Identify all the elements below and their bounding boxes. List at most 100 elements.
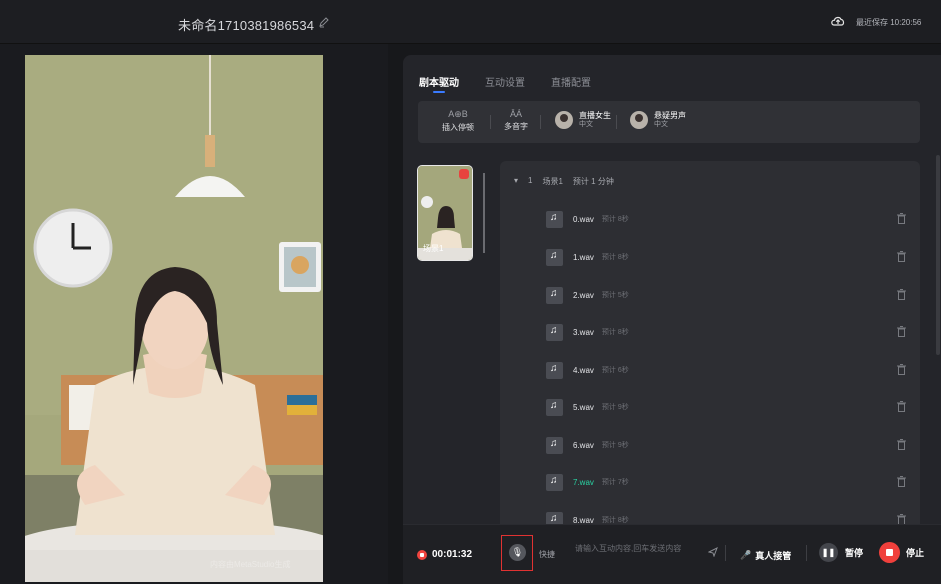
voice-lang: 中文 [579, 121, 593, 128]
pause-button[interactable]: ❚❚ 暂停 [819, 543, 863, 562]
preview-pane: 内容由MetaStudio生成 [0, 44, 388, 584]
tab-interaction-settings[interactable]: 互动设置 [485, 74, 525, 89]
audio-file-icon [546, 248, 563, 266]
mic-small-icon: 🎤 [740, 550, 752, 560]
audio-name: 3.wav [573, 327, 594, 337]
takeover-label: 真人接管 [755, 551, 792, 561]
divider [806, 545, 807, 561]
watermark-text: 内容由MetaStudio生成 [210, 560, 291, 569]
audio-file-icon [546, 210, 563, 228]
script-panel: 剧本驱动 互动设置 直播配置 A⊕B 插入停顿 ĀÁ 多音字 直播女生 中文 悬… [403, 55, 941, 584]
stop-icon [879, 542, 900, 563]
audio-file-icon [546, 286, 563, 304]
insert-pause-button[interactable]: A⊕B 插入停顿 [442, 109, 474, 133]
audio-row[interactable]: 6.wav 预计 9秒 [546, 436, 906, 454]
tab-bar: 剧本驱动 互动设置 直播配置 [419, 74, 591, 93]
save-status: 最近保存 10:20:56 [856, 18, 922, 27]
trash-icon[interactable] [897, 289, 906, 300]
trash-icon[interactable] [897, 251, 906, 262]
interaction-input[interactable]: 请输入互动内容,回车发送内容 [575, 543, 685, 555]
collapse-icon[interactable]: ▾ [514, 176, 518, 187]
trash-icon[interactable] [897, 213, 906, 224]
audio-name: 5.wav [573, 402, 594, 412]
audio-estimate: 预计 8秒 [601, 329, 629, 336]
voice-lang: 中文 [654, 121, 668, 128]
trash-icon[interactable] [897, 476, 906, 487]
scene-card: ▾ 1 场景1 预计 1 分钟 0.wav 预计 8秒 1.wav 预计 8秒 … [500, 161, 920, 584]
live-preview: 内容由MetaStudio生成 [25, 55, 323, 582]
lamp-stem [205, 135, 215, 167]
scene-thumb-label: 场景1 [423, 244, 444, 253]
audio-name: 2.wav [573, 290, 594, 300]
edit-icon[interactable] [318, 16, 330, 28]
audio-estimate: 预计 7秒 [601, 479, 629, 486]
scrollbar[interactable] [936, 155, 940, 355]
audio-name: 4.wav [573, 365, 594, 375]
audio-name: 7.wav [573, 477, 594, 487]
divider [725, 545, 726, 561]
audio-file-icon [546, 473, 563, 491]
scene-name: 场景1 [542, 177, 563, 186]
quick-reply-button[interactable]: 快捷 [539, 549, 555, 560]
audio-estimate: 预计 8秒 [601, 254, 629, 261]
trash-icon[interactable] [897, 364, 906, 375]
project-title[interactable]: 未命名1710381986534 [178, 15, 314, 34]
audio-estimate: 预计 5秒 [601, 292, 629, 299]
polyphone-label: 多音字 [504, 122, 528, 131]
microphone-icon: 🎙 [511, 547, 524, 557]
microphone-button[interactable]: 🎙 [509, 544, 526, 561]
scene-connector [483, 173, 485, 253]
insert-pause-label: 插入停顿 [442, 123, 474, 132]
lamp-cord [209, 55, 211, 135]
script-toolbar: A⊕B 插入停顿 ĀÁ 多音字 直播女生 中文 悬疑男声 中文 [418, 101, 920, 143]
mic-highlight-box: 🎙 [501, 535, 533, 571]
scene-index: 1 [528, 176, 533, 185]
top-bar: 未命名1710381986534 最近保存 10:20:56 [0, 0, 941, 44]
audio-estimate: 预计 9秒 [601, 404, 629, 411]
audio-row[interactable]: 5.wav 预计 9秒 [546, 398, 906, 416]
trash-icon[interactable] [897, 439, 906, 450]
live-control-bar: 00:01:32 🎙 快捷 请输入互动内容,回车发送内容 🎤 真人接管 ❚❚ 暂… [403, 524, 941, 584]
voice-female-live[interactable]: 直播女生 中文 [555, 111, 611, 129]
recording-icon [417, 550, 427, 560]
audio-name: 0.wav [573, 214, 594, 224]
divider [490, 115, 491, 129]
voice-avatar [630, 111, 648, 129]
tab-script-drive[interactable]: 剧本驱动 [419, 74, 459, 93]
polyphone-icon: ĀÁ [509, 109, 522, 119]
audio-row[interactable]: 3.wav 预计 8秒 [546, 323, 906, 341]
audio-row-playing[interactable]: 7.wav 预计 7秒 [546, 473, 906, 491]
audio-file-icon [546, 398, 563, 416]
voice-name: 悬疑男声 [654, 111, 686, 120]
stop-button[interactable]: 停止 [879, 542, 924, 563]
trash-icon[interactable] [897, 326, 906, 337]
audio-row[interactable]: 4.wav 预计 6秒 [546, 361, 906, 379]
pause-icon: ❚❚ [819, 543, 838, 562]
insert-pause-icon: A⊕B [448, 109, 468, 119]
live-timer: 00:01:32 [432, 549, 473, 560]
audio-estimate: 预计 8秒 [601, 216, 629, 223]
audio-name: 6.wav [573, 440, 594, 450]
audio-estimate: 预计 6秒 [601, 367, 629, 374]
audio-row[interactable]: 2.wav 预计 5秒 [546, 286, 906, 304]
human-takeover-button[interactable]: 🎤 真人接管 [740, 549, 791, 562]
audio-row[interactable]: 0.wav 预计 8秒 [546, 210, 906, 228]
cloud-upload-icon[interactable] [830, 14, 846, 28]
audio-file-icon [546, 361, 563, 379]
scene-header[interactable]: ▾ 1 场景1 预计 1 分钟 [514, 176, 614, 187]
send-icon[interactable] [708, 547, 718, 557]
voice-male-suspense[interactable]: 悬疑男声 中文 [630, 111, 686, 129]
trash-icon[interactable] [897, 401, 906, 412]
audio-name: 1.wav [573, 252, 594, 262]
polyphone-button[interactable]: ĀÁ 多音字 [504, 109, 528, 132]
stop-label: 停止 [906, 548, 925, 558]
app-window: 未命名1710381986534 最近保存 10:20:56 内容由MetaSt… [0, 0, 941, 584]
audio-row[interactable]: 1.wav 预计 8秒 [546, 248, 906, 266]
scene-badge [459, 169, 469, 179]
divider [616, 115, 617, 129]
scene-estimate: 预计 1 分钟 [572, 177, 614, 186]
tab-live-config[interactable]: 直播配置 [551, 74, 591, 89]
scene-thumbnail[interactable]: 场景1 [417, 165, 473, 261]
pause-label: 暂停 [845, 548, 864, 558]
voice-name: 直播女生 [579, 111, 611, 120]
